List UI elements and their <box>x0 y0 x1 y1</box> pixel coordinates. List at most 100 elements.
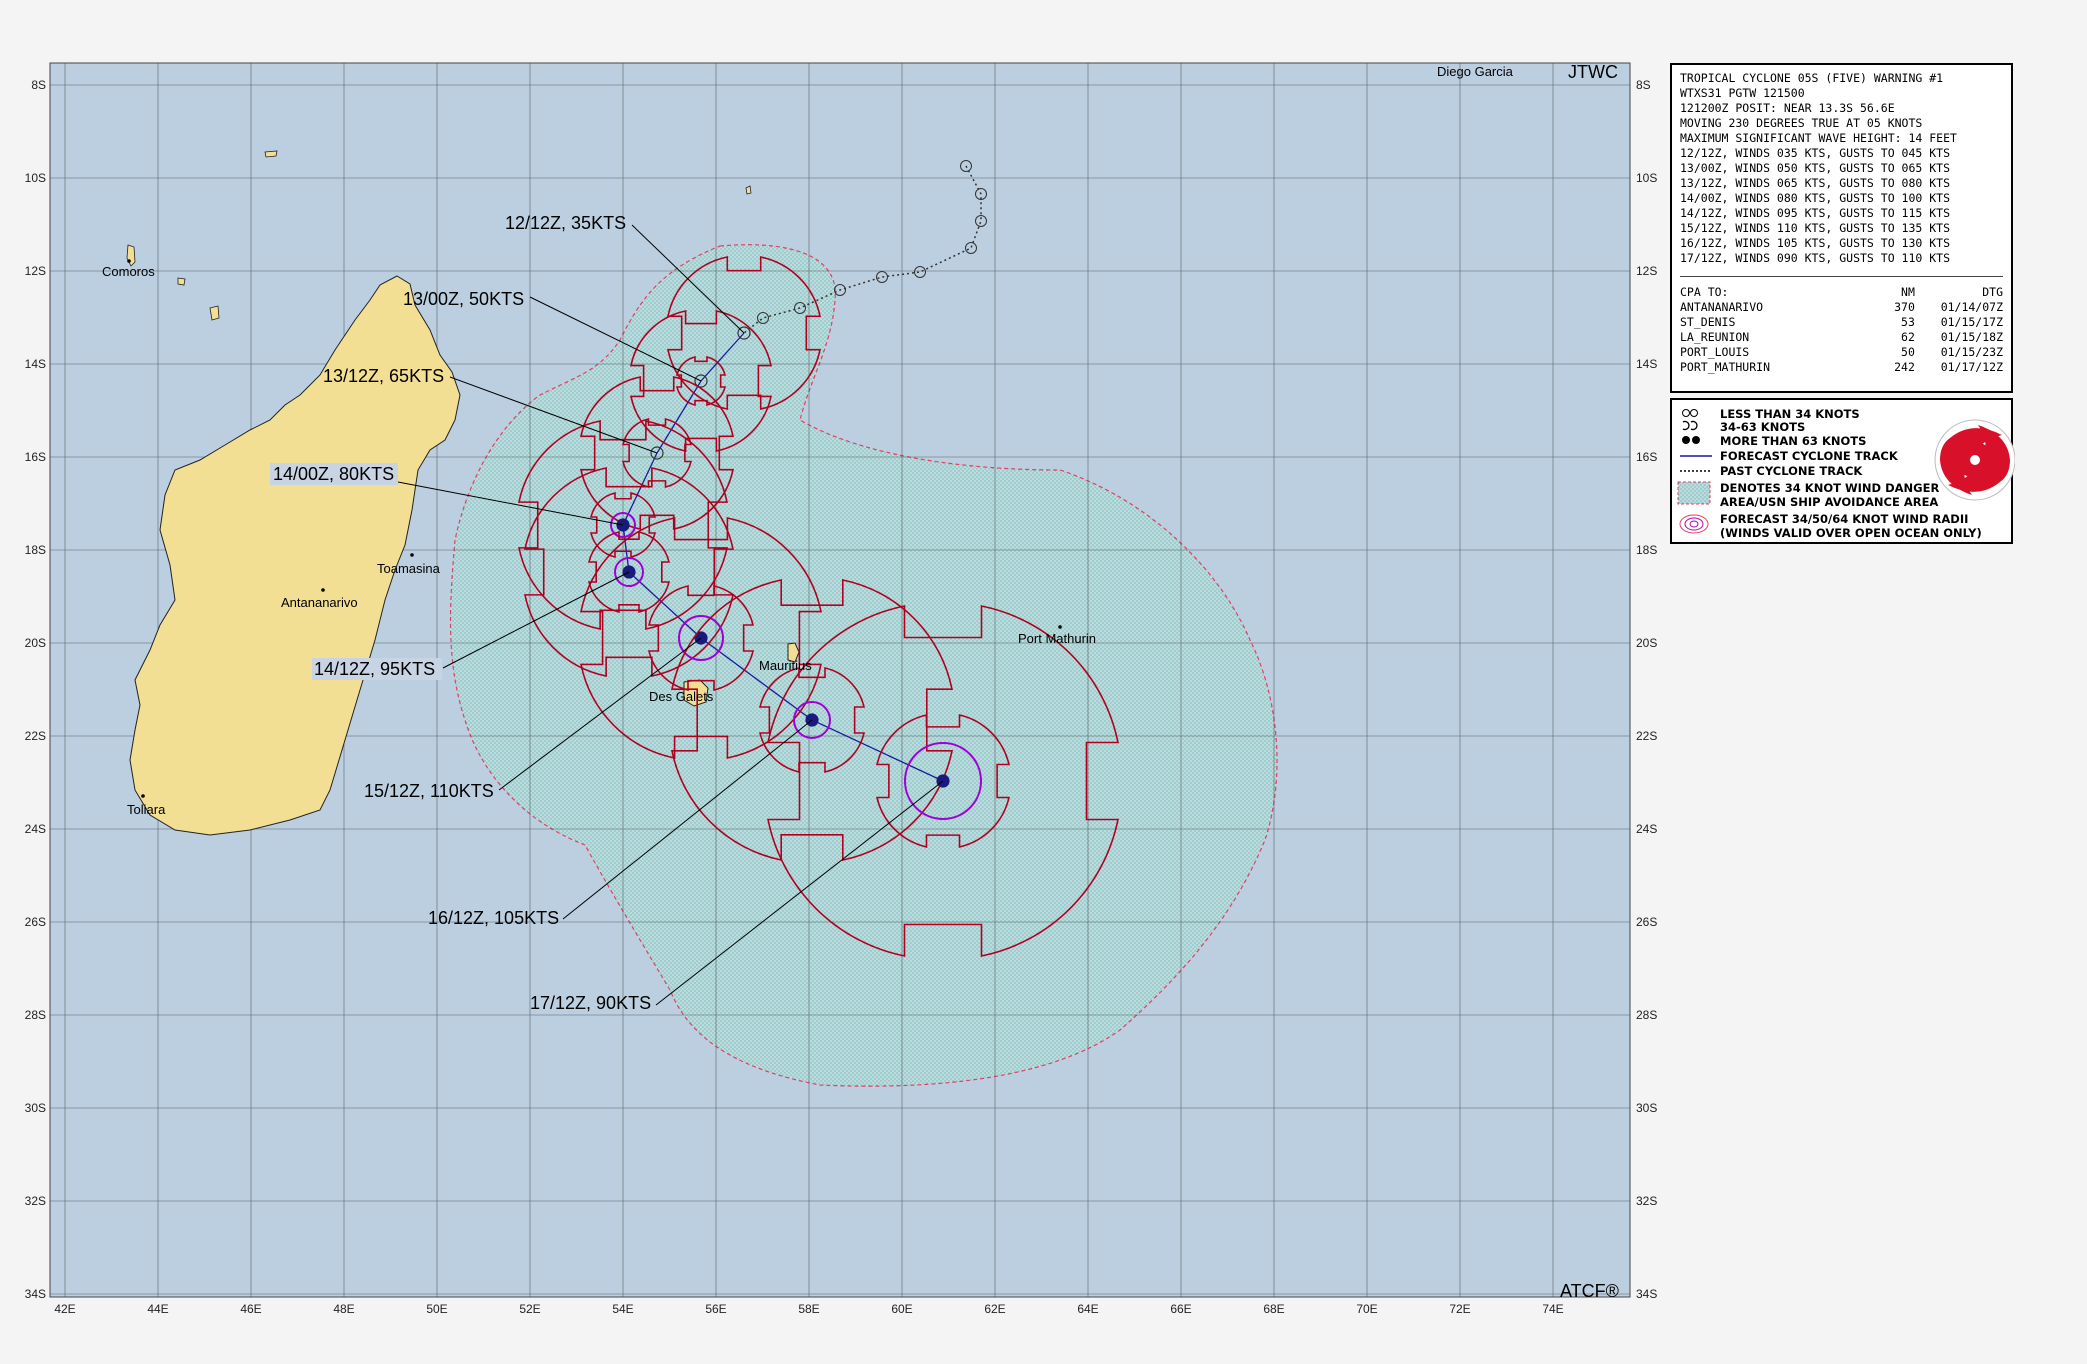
legend-item: FORECAST CYCLONE TRACK <box>1720 449 1898 463</box>
lat-label-left: 28S <box>25 1008 46 1022</box>
lon-label: 44E <box>147 1302 168 1316</box>
place-des-galets: Des Galets <box>649 689 714 704</box>
forecast-label-13-12z: 13/12Z, 65KTS <box>323 366 444 386</box>
lat-label-right: 16S <box>1636 450 1657 464</box>
legend-icon-34-63 <box>1682 420 1698 431</box>
legend-item: 34-63 KNOTS <box>1720 420 1806 434</box>
place-mauritius: Mauritius <box>759 658 812 673</box>
lat-label-left: 18S <box>25 543 46 557</box>
place-toliara: Toliara <box>127 802 166 817</box>
place-toamasina: Toamasina <box>377 561 441 576</box>
warning-line: 15/12Z, WINDS 110 KTS, GUSTS TO 135 KTS <box>1680 221 1951 235</box>
latitude-labels-left: 8S 10S 12S 14S 16S 18S 20S 22S 24S 26S 28S 30S 32S 34… <box>25 78 46 1301</box>
lat-label-left: 12S <box>25 264 46 278</box>
lon-label: 58E <box>798 1302 819 1316</box>
lat-label-right: 10S <box>1636 171 1657 185</box>
lon-label: 70E <box>1356 1302 1377 1316</box>
legend-icon-danger-area <box>1677 481 1711 505</box>
warning-line: 12/12Z, WINDS 035 KTS, GUSTS TO 045 KTS <box>1680 146 1951 160</box>
cpa-row: ANTANANARIVO 370 01/14/07Z <box>1680 300 2003 315</box>
lat-label-right: 22S <box>1636 729 1657 743</box>
lon-label: 68E <box>1263 1302 1284 1316</box>
forecast-label-15-12z: 15/12Z, 110KTS <box>364 781 494 801</box>
cpa-cell: 01/15/23Z <box>1940 345 2003 359</box>
cpa-cell: 50 <box>1901 345 1915 359</box>
lon-label: 52E <box>519 1302 540 1316</box>
lat-label-right: 12S <box>1636 264 1657 278</box>
lon-label: 74E <box>1542 1302 1563 1316</box>
warning-line: MOVING 230 DEGREES TRUE AT 05 KNOTS <box>1680 116 1923 130</box>
lat-label-right: 32S <box>1636 1194 1657 1208</box>
comoros-island-4 <box>264 150 278 158</box>
toamasina-marker <box>410 553 414 557</box>
lat-label-left: 32S <box>25 1194 46 1208</box>
forecast-label-16-12z: 16/12Z, 105KTS <box>428 908 559 928</box>
lat-label-left: 26S <box>25 915 46 929</box>
forecast-label-14-00z: 14/00Z, 80KTS <box>273 464 394 484</box>
lon-label: 50E <box>426 1302 447 1316</box>
lat-label-left: 22S <box>25 729 46 743</box>
cpa-row: PORT_MATHURIN 242 01/17/12Z <box>1680 360 2003 375</box>
atcf-label: ATCF® <box>1560 1281 1619 1301</box>
cpa-cell: 01/15/17Z <box>1940 315 2003 329</box>
warning-line: 121200Z POSIT: NEAR 13.3S 56.6E <box>1680 101 1895 115</box>
lon-label: 64E <box>1077 1302 1098 1316</box>
warning-text-box: TROPICAL CYCLONE 05S (FIVE) WARNING #1 WT… <box>1670 63 2013 393</box>
cpa-cell: 01/17/12Z <box>1940 360 2003 374</box>
lat-label-left: 20S <box>25 636 46 650</box>
legend-item: DENOTES 34 KNOT WIND DANGER <box>1720 481 1940 495</box>
toliara-marker <box>141 794 145 798</box>
lat-label-right: 8S <box>1636 78 1651 92</box>
jtwc-seal <box>1934 419 2015 501</box>
cpa-cell: 62 <box>1901 330 1915 344</box>
cpa-cell: 53 <box>1901 315 1915 329</box>
legend-item: PAST CYCLONE TRACK <box>1720 464 1863 478</box>
lat-label-right: 26S <box>1636 915 1657 929</box>
cpa-cell: 370 <box>1894 300 1915 314</box>
cpa-cell: ST_DENIS <box>1680 315 1736 329</box>
cpa-header-place: CPA TO: <box>1680 285 1729 299</box>
seychelles-island <box>745 185 752 195</box>
warning-line: 13/12Z, WINDS 065 KTS, GUSTS TO 080 KTS <box>1680 176 1951 190</box>
lon-label: 60E <box>891 1302 912 1316</box>
lon-label: 42E <box>54 1302 75 1316</box>
comoros-island-3 <box>209 305 220 321</box>
legend-icon-more-63 <box>1682 436 1700 444</box>
lon-label: 56E <box>705 1302 726 1316</box>
cpa-row: LA_REUNION 62 01/15/18Z <box>1680 330 2003 345</box>
cpa-table: CPA TO: NM DTG ANTANANARIVO 370 01/14/07Z S… <box>1680 276 2003 375</box>
place-antananarivo: Antananarivo <box>281 595 358 610</box>
warning-line: MAXIMUM SIGNIFICANT WAVE HEIGHT: 14 FEET <box>1680 131 1957 145</box>
warning-line: 14/00Z, WINDS 080 KTS, GUSTS TO 100 KTS <box>1680 191 1951 205</box>
forecast-label-13-00z: 13/00Z, 50KTS <box>403 289 524 309</box>
lat-label-left: 30S <box>25 1101 46 1115</box>
lon-label: 48E <box>333 1302 354 1316</box>
cpa-rows: ANTANANARIVO 370 01/14/07Z ST_DENIS 53 01/15/… <box>1680 300 2003 375</box>
latitude-labels-right: 8S 10S 12S 14S 16S 18S 20S 22S 24S 26S 28S 30S 32S 34… <box>1636 78 1657 1301</box>
lat-label-left: 8S <box>31 78 46 92</box>
comoros-marker <box>127 259 131 263</box>
cpa-header-row: CPA TO: NM DTG <box>1680 285 2003 300</box>
lat-label-left: 24S <box>25 822 46 836</box>
lon-label: 62E <box>984 1302 1005 1316</box>
lat-label-left: 10S <box>25 171 46 185</box>
warning-line: WTXS31 PGTW 121500 <box>1680 86 1805 100</box>
place-comoros: Comoros <box>102 264 155 279</box>
lon-label: 46E <box>240 1302 261 1316</box>
legend-item: (WINDS VALID OVER OPEN OCEAN ONLY) <box>1720 526 1982 540</box>
lat-label-right: 28S <box>1636 1008 1657 1022</box>
cpa-header-dtg: DTG <box>1982 285 2003 299</box>
lon-label: 66E <box>1170 1302 1191 1316</box>
lat-label-left: 14S <box>25 357 46 371</box>
lat-label-left: 16S <box>25 450 46 464</box>
legend-box: LESS THAN 34 KNOTS 34-63 KNOTS MORE THAN 6… <box>1670 398 2015 544</box>
antananarivo-marker <box>321 588 325 592</box>
cpa-row: PORT_LOUIS 50 01/15/23Z <box>1680 345 2003 360</box>
lon-label: 72E <box>1449 1302 1470 1316</box>
place-port-mathurin: Port Mathurin <box>1018 631 1096 646</box>
cpa-header-nm: NM <box>1901 285 1915 299</box>
warning-lines: TROPICAL CYCLONE 05S (FIVE) WARNING #1 WT… <box>1680 71 2003 266</box>
legend-item: AREA/USN SHIP AVOIDANCE AREA <box>1720 495 1939 509</box>
longitude-labels: 42E 44E 46E 48E 50E 52E 54E 56E 58E 60E 62E 64E 66E 6… <box>54 1302 1563 1316</box>
cpa-cell: 01/14/07Z <box>1940 300 2003 314</box>
